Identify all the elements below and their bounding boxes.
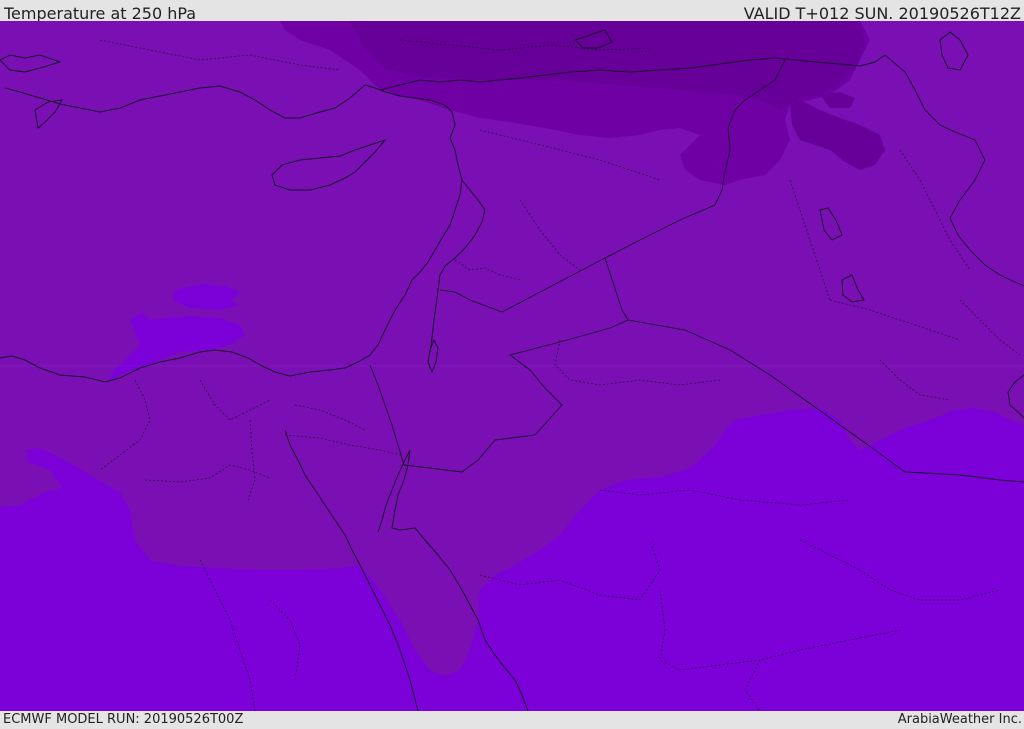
credit-label: ArabiaWeather Inc.: [897, 712, 1022, 727]
model-run-label: ECMWF MODEL RUN: 20190526T00Z: [3, 712, 244, 727]
weather-map-screen: Temperature at 250 hPa VALID T+012 SUN. …: [0, 0, 1024, 729]
footer-bar: ECMWF MODEL RUN: 20190526T00Z ArabiaWeat…: [0, 711, 1024, 729]
temperature-map: [0, 21, 1024, 711]
header-bar: Temperature at 250 hPa VALID T+012 SUN. …: [0, 0, 1024, 23]
